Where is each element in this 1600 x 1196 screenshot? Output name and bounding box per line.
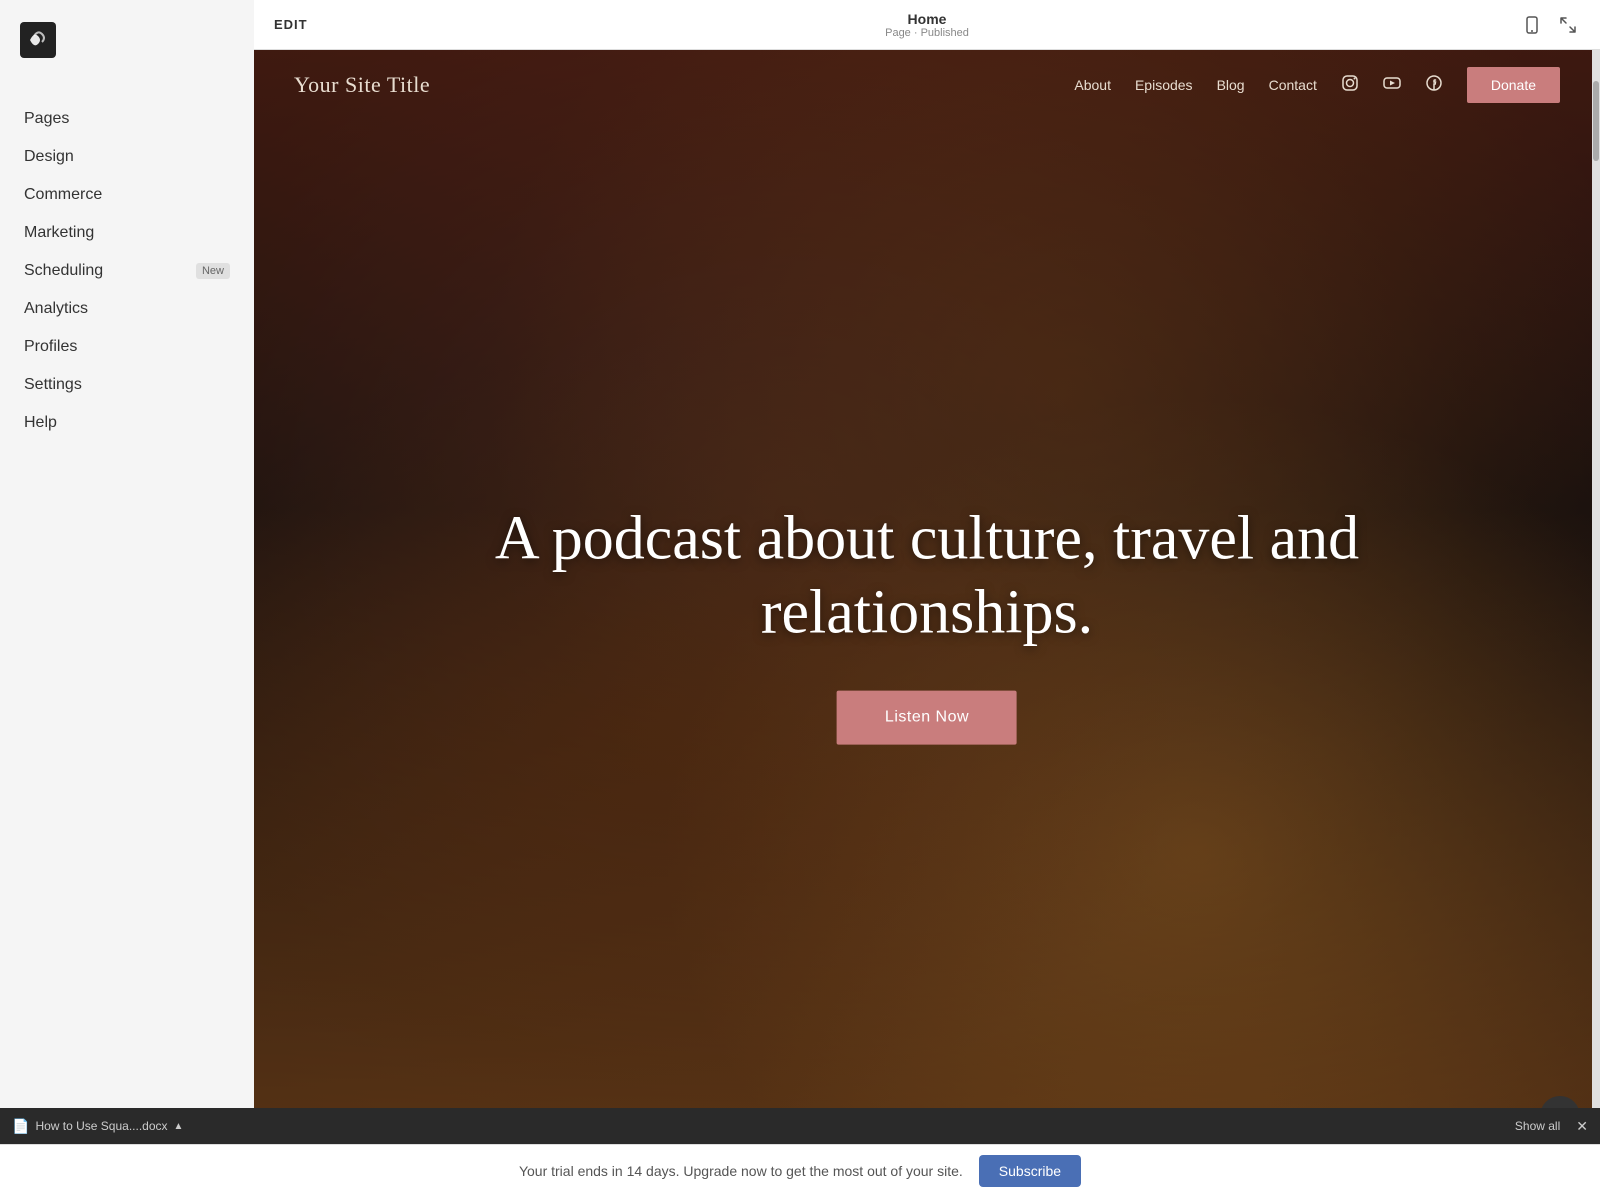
expand-icon[interactable] [1556,13,1580,37]
about-link[interactable]: About [1074,77,1111,93]
preview-frame: Your Site Title About Episodes Blog Cont… [254,50,1600,1196]
trial-bar: Your trial ends in 14 days. Upgrade now … [0,1144,1600,1196]
taskbar-file-item[interactable]: 📄 How to Use Squa....docx ▲ [12,1118,183,1135]
subscribe-button[interactable]: Subscribe [979,1155,1081,1187]
hero-title: A podcast about culture, travel and rela… [389,502,1466,651]
topbar-left: EDIT [274,17,308,32]
topbar-right [1520,13,1580,37]
mobile-device-icon[interactable] [1520,13,1544,37]
site-nav-links: About Episodes Blog Contact [1074,67,1560,103]
site-navigation: Your Site Title About Episodes Blog Cont… [254,50,1600,120]
youtube-icon[interactable] [1383,74,1401,97]
file-icon: 📄 [12,1118,29,1135]
squarespace-logo-icon [20,22,56,58]
preview-inner: Your Site Title About Episodes Blog Cont… [254,50,1600,1196]
taskbar-right: Show all ✕ [1515,1118,1588,1135]
sidebar-item-pages[interactable]: Pages [0,100,254,138]
topbar: EDIT Home Page · Published [254,0,1600,50]
sidebar-item-settings[interactable]: Settings [0,366,254,404]
donate-button[interactable]: Donate [1467,67,1560,103]
listen-now-button[interactable]: Listen Now [837,690,1017,744]
sidebar-navigation: Pages Design Commerce Marketing Scheduli… [0,80,254,1127]
sidebar: Pages Design Commerce Marketing Scheduli… [0,0,254,1196]
sidebar-logo [0,0,254,80]
sidebar-item-help[interactable]: Help [0,404,254,442]
page-name: Home [885,11,969,27]
sidebar-item-commerce[interactable]: Commerce [0,176,254,214]
main-area: EDIT Home Page · Published [254,0,1600,1196]
close-taskbar-button[interactable]: ✕ [1576,1118,1588,1135]
trial-message: Your trial ends in 14 days. Upgrade now … [519,1163,963,1179]
sidebar-item-profiles[interactable]: Profiles [0,328,254,366]
edit-button[interactable]: EDIT [274,17,308,32]
taskbar-filename: How to Use Squa....docx [35,1119,167,1133]
contact-link[interactable]: Contact [1269,77,1317,93]
site-title: Your Site Title [294,72,430,98]
sidebar-item-marketing[interactable]: Marketing [0,214,254,252]
preview-scrollbar[interactable] [1592,50,1600,1196]
topbar-center: Home Page · Published [885,11,969,39]
taskbar: 📄 How to Use Squa....docx ▲ Show all ✕ [0,1108,1600,1144]
sidebar-item-design[interactable]: Design [0,138,254,176]
episodes-link[interactable]: Episodes [1135,77,1193,93]
sidebar-item-analytics[interactable]: Analytics [0,290,254,328]
hero-content: A podcast about culture, travel and rela… [389,502,1466,745]
sidebar-item-scheduling[interactable]: Scheduling New [0,252,254,290]
page-status: Page · Published [885,27,969,39]
taskbar-chevron-icon: ▲ [174,1121,184,1132]
scheduling-new-badge: New [196,263,230,279]
instagram-icon[interactable] [1341,74,1359,97]
blog-link[interactable]: Blog [1217,77,1245,93]
facebook-icon[interactable] [1425,74,1443,97]
show-all-button[interactable]: Show all [1515,1119,1560,1133]
website-preview: Your Site Title About Episodes Blog Cont… [254,50,1600,1196]
